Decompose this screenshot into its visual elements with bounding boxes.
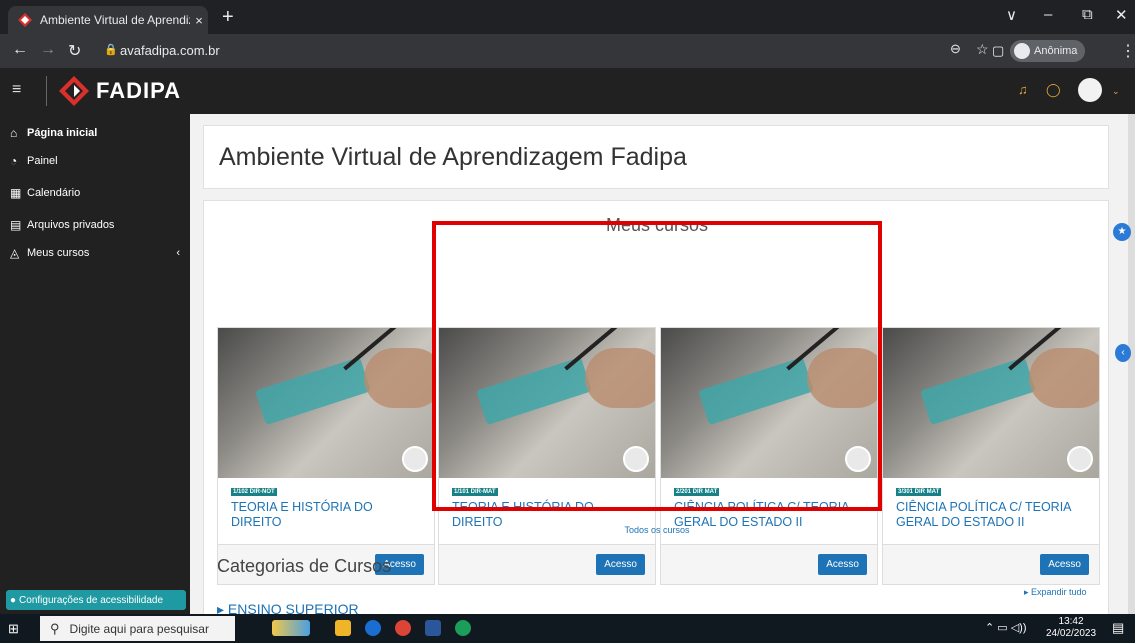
accessibility-settings-button[interactable]: ● Configurações de acessibilidade <box>6 590 186 610</box>
clock-time: 13:42 <box>1058 616 1084 627</box>
file-explorer-icon[interactable] <box>335 620 351 636</box>
taskbar-search-placeholder: Digite aqui para pesquisar <box>69 621 209 636</box>
bookmark-star-icon[interactable]: ☆ <box>976 41 989 58</box>
dashboard-icon: ◔ <box>10 154 18 168</box>
files-icon: ▤ <box>10 218 22 232</box>
new-tab-button[interactable]: + <box>222 6 234 29</box>
brand-name: FADIPA <box>96 78 182 103</box>
taskbar-search-box[interactable]: ⚲ Digite aqui para pesquisar <box>40 616 235 641</box>
sidebar-item-label: Calendário <box>27 187 81 199</box>
home-icon: ⌂ <box>10 126 18 140</box>
maximize-button[interactable]: ⧉ <box>1082 6 1093 23</box>
fadipa-logo[interactable]: FADIPA <box>58 75 181 107</box>
course-card[interactable]: 3/301 DIR MAT CIÊNCIA POLÍTICA C/ TEORIA… <box>882 327 1100 585</box>
category-ensino-superior[interactable]: ▸ ENSINO SUPERIOR <box>217 601 359 614</box>
system-tray-icons[interactable]: ⌃ ▭ ◁)) <box>985 621 1027 634</box>
windows-taskbar: ⊞ ⚲ Digite aqui para pesquisar ⌃ ▭ ◁)) 1… <box>0 614 1135 643</box>
highlight-box <box>432 221 882 511</box>
back-arrow-icon[interactable]: ← <box>12 41 28 59</box>
clock-date: 24/02/2023 <box>1046 628 1097 639</box>
sidebar-item-label: Meus cursos <box>27 247 90 259</box>
sidebar-item-pagina-inicial[interactable]: ⌂ Página inicial <box>10 126 97 140</box>
messages-icon[interactable]: ◯ <box>1046 82 1061 98</box>
page-title: Ambiente Virtual de Aprendizagem Fadipa <box>219 143 687 171</box>
access-button[interactable]: Acesso <box>1040 554 1089 575</box>
minimize-button[interactable]: – <box>1044 6 1052 23</box>
tab-close-icon[interactable]: × <box>190 13 208 28</box>
course-badge: 3/301 DIR MAT <box>896 488 942 496</box>
incognito-profile-button[interactable]: Anônima <box>1010 40 1086 62</box>
browser-tab-strip: Ambiente Virtual de Aprendizage × + ∨ – … <box>0 0 1135 34</box>
side-drawer-toggle-icon[interactable]: ‹ <box>1115 344 1131 362</box>
hamburger-menu-icon[interactable]: ≡ <box>12 81 21 99</box>
chevron-left-icon: ‹ <box>176 247 180 259</box>
sidebar-item-label: Arquivos privados <box>27 219 115 231</box>
tab-title: Ambiente Virtual de Aprendizage <box>40 13 190 27</box>
access-button[interactable]: Acesso <box>596 554 645 575</box>
tab-search-dropdown-icon[interactable]: ∨ <box>1006 6 1017 24</box>
course-card[interactable]: 1/102 DIR-NOT TEORIA E HISTÓRIA DO DIREI… <box>217 327 435 585</box>
accessibility-label: Configurações de acessibilidade <box>19 594 164 606</box>
accessibility-widget-icon[interactable]: ★ <box>1113 223 1131 241</box>
zoom-icon[interactable]: ⊖ <box>950 41 961 57</box>
page-title-card: Ambiente Virtual de Aprendizagem Fadipa <box>203 125 1109 189</box>
courses-icon: ◬ <box>10 246 20 260</box>
all-courses-link[interactable]: Todos os cursos <box>204 525 1110 535</box>
sidebar-item-arquivos-privados[interactable]: ▤ Arquivos privados <box>10 218 114 232</box>
address-bar: ← → ↻ 🔒 avafadipa.com.br ⊖ ☆ ▢ Anônima ⋮ <box>0 34 1135 68</box>
browser-menu-icon[interactable]: ⋮ <box>1120 41 1135 61</box>
search-icon: ⚲ <box>50 620 60 636</box>
sidebar-item-meus-cursos[interactable]: ◬ Meus cursos ‹ <box>10 246 180 260</box>
app-icon[interactable] <box>365 620 381 636</box>
course-image[interactable] <box>883 328 1099 478</box>
course-footer: Acesso <box>883 544 1099 584</box>
access-button[interactable]: Acesso <box>818 554 867 575</box>
accessibility-icon: ● <box>10 594 17 606</box>
windows-start-icon[interactable]: ⊞ <box>8 621 19 637</box>
url-field[interactable]: avafadipa.com.br <box>120 43 220 58</box>
sidebar-item-label: Painel <box>27 155 58 167</box>
course-footer: Acesso <box>439 544 655 584</box>
fadipa-favicon-icon <box>18 13 32 27</box>
sidebar-item-painel[interactable]: ◔ Painel <box>10 154 58 168</box>
taskbar-promo-icon[interactable] <box>272 620 310 636</box>
course-avatar <box>402 446 428 472</box>
calendar-icon: ▦ <box>10 186 22 200</box>
course-image[interactable] <box>218 328 434 478</box>
user-avatar[interactable] <box>1078 78 1102 102</box>
fadipa-logo-icon <box>59 76 89 106</box>
chrome-icon[interactable] <box>395 620 411 636</box>
reload-icon[interactable]: ↻ <box>68 41 81 61</box>
course-badge: 1/102 DIR-NOT <box>231 488 277 496</box>
course-avatar <box>1067 446 1093 472</box>
forward-arrow-icon[interactable]: → <box>40 41 56 59</box>
page-scrollbar[interactable] <box>1128 114 1135 614</box>
app-icon-green[interactable] <box>455 620 471 636</box>
user-menu-chevron-icon[interactable]: ⌄ <box>1112 86 1120 97</box>
expand-all-link[interactable]: ▸ Expandir tudo <box>1024 587 1087 598</box>
incognito-icon <box>1014 43 1030 59</box>
side-panel-icon[interactable]: ▢ <box>992 43 1004 59</box>
app-header: ≡ FADIPA ♫ ◯ ⌄ <box>0 68 1135 114</box>
sidebar: ⌂ Página inicial ◔ Painel ▦ Calendário ▤… <box>0 114 190 614</box>
header-divider <box>46 76 47 106</box>
word-icon[interactable] <box>425 620 441 636</box>
sidebar-item-calendario[interactable]: ▦ Calendário <box>10 186 80 200</box>
course-footer: Acesso <box>661 544 877 584</box>
notification-bell-icon[interactable]: ♫ <box>1018 82 1028 97</box>
course-categories-heading: Categorias de Cursos <box>217 556 392 576</box>
browser-tab[interactable]: Ambiente Virtual de Aprendizage × <box>8 6 208 34</box>
close-window-button[interactable]: ✕ <box>1115 6 1128 24</box>
taskbar-clock[interactable]: 13:42 24/02/2023 <box>1046 616 1096 640</box>
sidebar-item-label: Página inicial <box>27 127 98 139</box>
profile-label: Anônima <box>1034 45 1078 57</box>
lock-icon[interactable]: 🔒 <box>104 43 118 56</box>
notifications-icon[interactable]: ▤ <box>1112 620 1124 636</box>
